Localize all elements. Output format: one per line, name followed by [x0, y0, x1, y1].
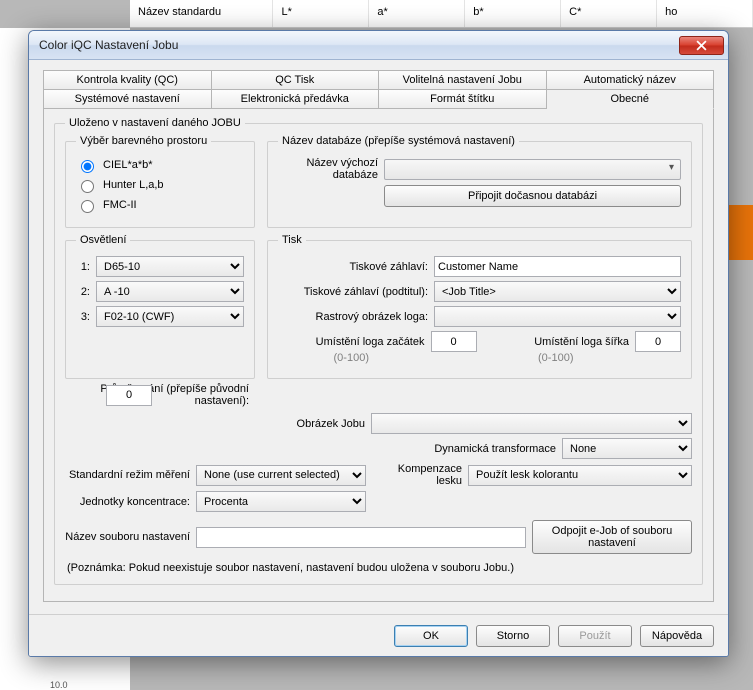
bg-column-headers: Název standardu L* a* b* C* ho	[130, 0, 753, 28]
bg-header-cell: L*	[273, 0, 369, 27]
print-legend: Tisk	[278, 234, 306, 246]
job-image-label: Obrázek Jobu	[65, 418, 365, 430]
conc-units-select[interactable]: Procenta	[196, 491, 366, 512]
print-header-label: Tiskové záhlaví:	[278, 261, 428, 273]
illum-2-label: 2:	[76, 286, 90, 298]
raster-logo-select[interactable]	[434, 306, 681, 327]
radio-hunter[interactable]	[81, 180, 94, 193]
bg-orange-swatch	[728, 205, 753, 260]
bg-header-cell: b*	[465, 0, 561, 27]
close-icon	[696, 40, 707, 51]
tab-optional[interactable]: Volitelná nastavení Jobu	[379, 70, 547, 89]
dialog-button-bar: OK Storno Použít Nápověda	[29, 614, 728, 656]
illum-3-label: 3:	[76, 311, 90, 323]
settings-note: (Poznámka: Pokud neexistuje soubor nasta…	[67, 562, 690, 574]
averaging-input[interactable]	[106, 385, 152, 406]
gloss-comp-select[interactable]: Použít lesk kolorantu	[468, 465, 692, 486]
logo-start-label: Umístění loga začátek	[278, 336, 425, 348]
bg-header-cell: a*	[369, 0, 465, 27]
print-header-input[interactable]	[434, 256, 681, 277]
tab-panel-general: Uloženo v nastavení daného JOBU Výběr ba…	[43, 108, 714, 602]
bg-header-cell: C*	[561, 0, 657, 27]
conc-units-label: Jednotky koncentrace:	[65, 496, 190, 508]
group-saved-in-job: Uloženo v nastavení daného JOBU Výběr ba…	[54, 117, 703, 585]
help-button[interactable]: Nápověda	[640, 625, 714, 647]
attach-temp-db-button[interactable]: Připojit dočasnou databázi	[384, 185, 681, 207]
default-db-label: Název výchozí databáze	[278, 157, 378, 181]
radio-cielab[interactable]	[81, 160, 94, 173]
illum-1-select[interactable]: D65-10	[96, 256, 244, 277]
illum-legend: Osvětlení	[76, 234, 130, 246]
meas-mode-select[interactable]: None (use current selected)	[196, 465, 366, 486]
detach-ejob-button[interactable]: Odpojit e-Job of souboru nastavení	[532, 520, 692, 554]
illum-1-label: 1:	[76, 261, 90, 273]
illum-2-select[interactable]: A -10	[96, 281, 244, 302]
logo-width-input[interactable]	[635, 331, 681, 352]
bg-ruler-tick: 10.0	[50, 680, 68, 690]
radio-hunter-label[interactable]: Hunter L,a,b	[103, 179, 164, 191]
settings-file-input[interactable]	[196, 527, 526, 548]
bg-header-cell: ho	[657, 0, 753, 27]
group-illuminants: Osvětlení 1: D65-10 2: A -10 3:	[65, 234, 255, 379]
tab-system[interactable]: Systémové nastavení	[43, 89, 212, 109]
raster-logo-label: Rastrový obrázek loga:	[278, 311, 428, 323]
dialog-title: Color iQC Nastavení Jobu	[39, 38, 679, 52]
group-saved-legend: Uloženo v nastavení daného JOBU	[65, 117, 245, 129]
cancel-button[interactable]: Storno	[476, 625, 550, 647]
logo-start-range: (0-100)	[278, 352, 425, 364]
radio-fmc2-label[interactable]: FMC-II	[103, 199, 137, 211]
dynamic-transform-select[interactable]: None	[562, 438, 692, 459]
tab-general[interactable]: Obecné	[547, 89, 715, 109]
radio-fmc2[interactable]	[81, 200, 94, 213]
illum-3-select[interactable]: F02-10 (CWF)	[96, 306, 244, 327]
tab-strip: Kontrola kvality (QC) QC Tisk Volitelná …	[43, 70, 714, 602]
logo-width-label: Umístění loga šířka	[483, 336, 630, 348]
tab-eforward[interactable]: Elektronická předávka	[212, 89, 380, 109]
group-print: Tisk Tiskové záhlaví: Tiskové záhlaví (p…	[267, 234, 692, 379]
ok-button[interactable]: OK	[394, 625, 468, 647]
print-subtitle-label: Tiskové záhlaví (podtitul):	[278, 286, 428, 298]
color-space-legend: Výběr barevného prostoru	[76, 135, 211, 147]
titlebar[interactable]: Color iQC Nastavení Jobu	[29, 31, 728, 60]
print-subtitle-select[interactable]: <Job Title>	[434, 281, 681, 302]
averaging-label: Průměrování (přepíše původní nastavení):	[65, 383, 255, 407]
database-legend: Název databáze (přepíše systémová nastav…	[278, 135, 519, 147]
tab-label-format[interactable]: Formát štítku	[379, 89, 547, 109]
tab-autoname[interactable]: Automatický název	[547, 70, 715, 89]
group-database-name: Název databáze (přepíše systémová nastav…	[267, 135, 692, 228]
tab-qc-print[interactable]: QC Tisk	[212, 70, 380, 89]
gloss-comp-label: Kompenzace lesku	[372, 463, 462, 487]
meas-mode-label: Standardní režim měření	[65, 469, 190, 481]
bg-header-cell: Název standardu	[130, 0, 273, 27]
job-settings-dialog: Color iQC Nastavení Jobu Kontrola kvalit…	[28, 30, 729, 657]
close-button[interactable]	[679, 36, 724, 55]
tab-qc[interactable]: Kontrola kvality (QC)	[43, 70, 212, 89]
apply-button[interactable]: Použít	[558, 625, 632, 647]
job-image-select[interactable]	[371, 413, 692, 434]
logo-width-range: (0-100)	[483, 352, 630, 364]
logo-start-input[interactable]	[431, 331, 477, 352]
settings-file-label: Název souboru nastavení	[65, 531, 190, 543]
default-db-combo[interactable]	[384, 159, 681, 180]
radio-cielab-label[interactable]: CIEL*a*b*	[103, 159, 153, 171]
group-color-space: Výběr barevného prostoru CIEL*a*b* Hunte…	[65, 135, 255, 228]
dynamic-transform-label: Dynamická transformace	[65, 443, 556, 455]
